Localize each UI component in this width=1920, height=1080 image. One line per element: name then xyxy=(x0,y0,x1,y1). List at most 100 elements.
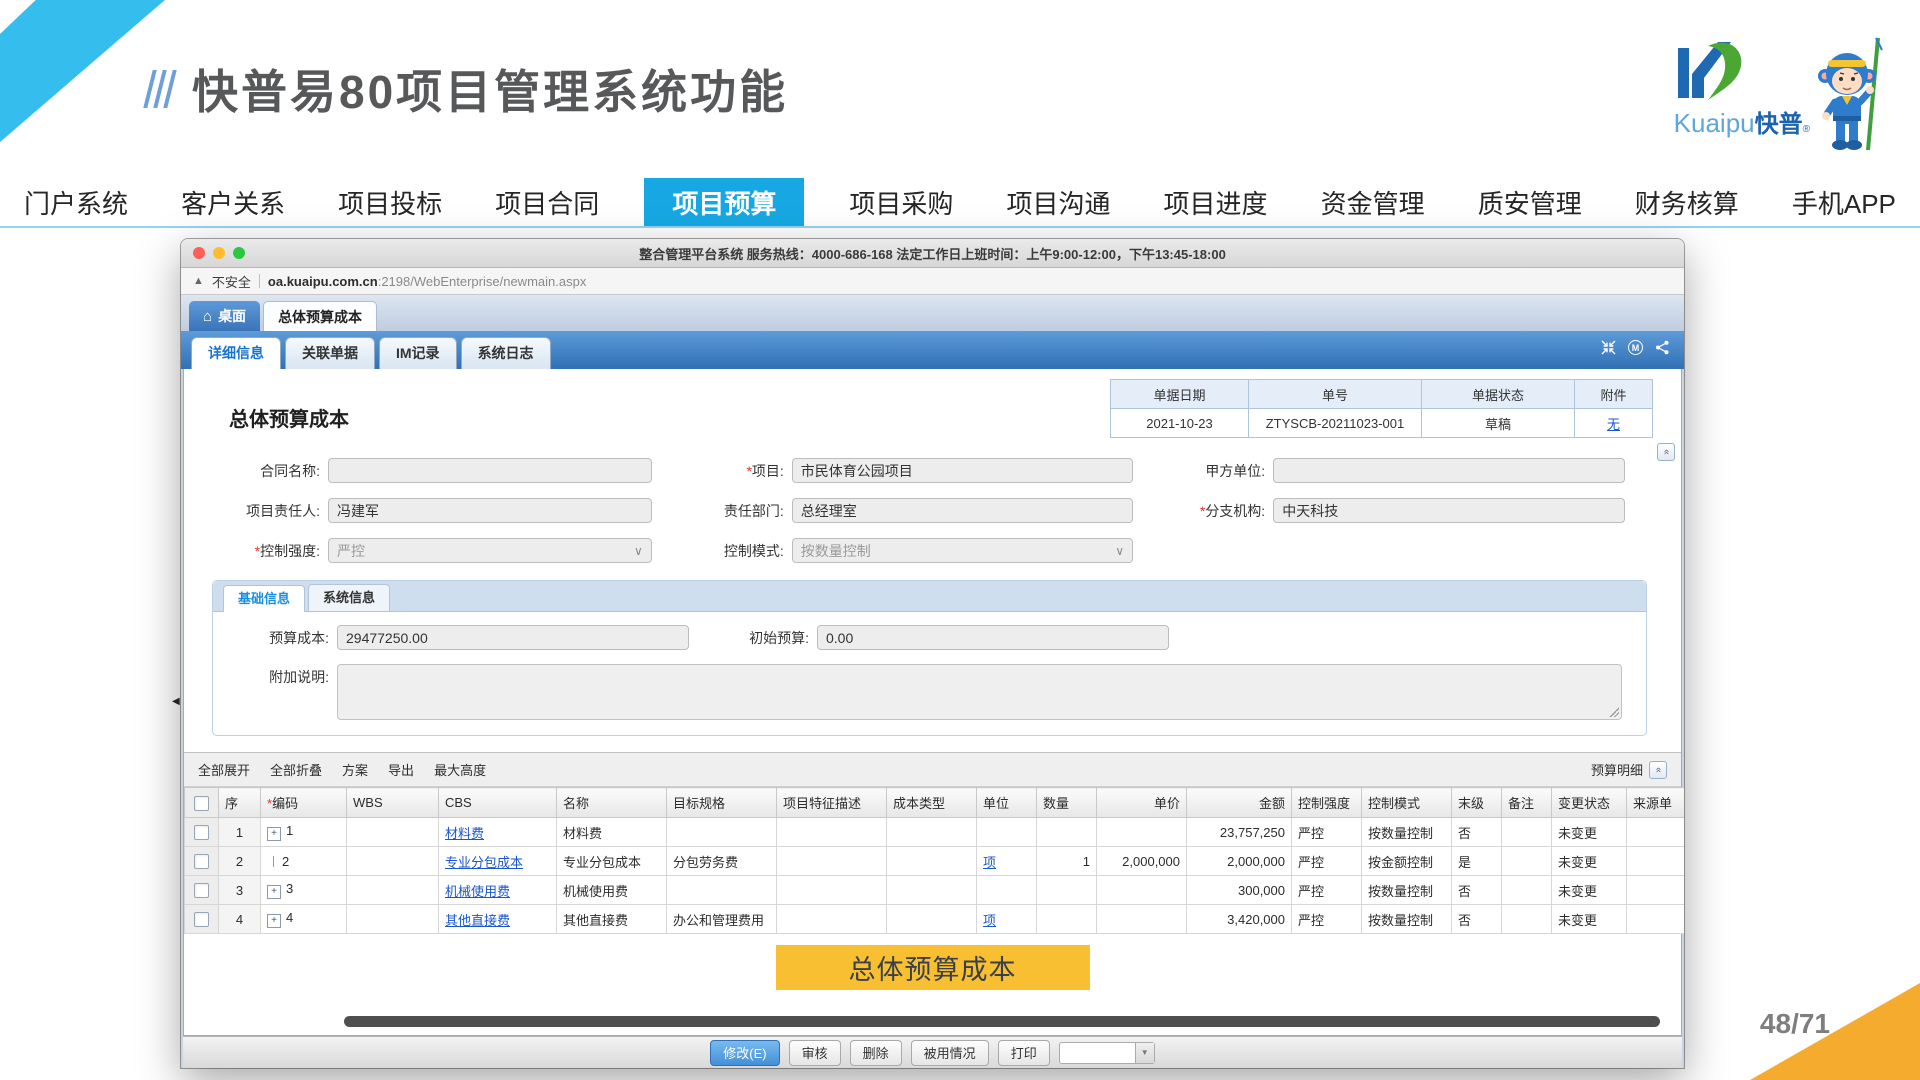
cell-amount: 300,000 xyxy=(1187,876,1292,905)
detail-tab-3[interactable]: IM记录 xyxy=(379,337,457,369)
cbs-link[interactable]: 材料费 xyxy=(445,826,484,841)
nav-tab-9[interactable]: 资金管理 xyxy=(1313,178,1433,226)
url-text[interactable]: oa.kuaipu.com.cn:2198/WebEnterprise/newm… xyxy=(268,274,586,289)
form-field-input[interactable] xyxy=(792,458,1133,483)
grid-toolbar-action-5[interactable]: 最大高度 xyxy=(434,760,486,779)
section-tab-1[interactable]: 基础信息 xyxy=(223,585,305,612)
module-navbar: 门户系统客户关系项目投标项目合同项目预算项目采购项目沟通项目进度资金管理质安管理… xyxy=(0,178,1920,228)
cell-spec xyxy=(667,876,777,905)
minimize-window-icon[interactable] xyxy=(213,247,225,259)
url-divider xyxy=(259,274,260,288)
form-field-label: 责任部门: xyxy=(676,501,792,521)
form-field-select[interactable]: 严控∨ xyxy=(328,538,652,563)
cell-unit: 项 xyxy=(977,905,1037,934)
form-field-input[interactable] xyxy=(1273,498,1625,523)
footer-button-5[interactable]: 打印 xyxy=(998,1040,1050,1066)
grid-toolbar-action-3[interactable]: 方案 xyxy=(342,760,368,779)
nav-tab-2[interactable]: 客户关系 xyxy=(173,178,293,226)
nav-tab-3[interactable]: 项目投标 xyxy=(330,178,450,226)
cell-amount: 23,757,250 xyxy=(1187,818,1292,847)
caption-banner: 总体预算成本 xyxy=(776,945,1090,990)
window-tab-2[interactable]: 总体预算成本 xyxy=(263,301,377,331)
form-field-input[interactable] xyxy=(328,458,652,483)
cell-strength: 严控 xyxy=(1292,847,1362,876)
cell-price: 2,000,000 xyxy=(1097,847,1187,876)
section-body: 预算成本: 初始预算: 附加说明: xyxy=(213,612,1646,735)
cell-cbs: 其他直接费 xyxy=(439,905,557,934)
detail-tab-2[interactable]: 关联单据 xyxy=(285,337,375,369)
close-window-icon[interactable] xyxy=(193,247,205,259)
cbs-link[interactable]: 机械使用费 xyxy=(445,884,510,899)
unit-link[interactable]: 项 xyxy=(983,855,996,870)
nav-tab-5[interactable]: 项目预算 xyxy=(644,178,804,226)
initial-budget-field[interactable] xyxy=(817,625,1169,650)
form-field-input[interactable] xyxy=(328,498,652,523)
form-field-select[interactable]: 按数量控制∨ xyxy=(792,538,1133,563)
unit-link[interactable]: 项 xyxy=(983,913,996,928)
panel-splitter-arrow-icon[interactable]: ◀ xyxy=(172,696,180,707)
footer-button-3[interactable]: 删除 xyxy=(850,1040,902,1066)
nav-tab-7[interactable]: 项目沟通 xyxy=(998,178,1118,226)
note-textarea[interactable] xyxy=(337,664,1622,720)
maximize-window-icon[interactable] xyxy=(233,247,245,259)
detail-tab-4[interactable]: 系统日志 xyxy=(461,337,551,369)
collapse-grid-button[interactable]: « xyxy=(1649,761,1667,779)
nav-tab-4[interactable]: 项目合同 xyxy=(487,178,607,226)
window-tab-1[interactable]: ⌂桌面 xyxy=(189,301,260,331)
kuaipu-logo-mark: Kuaipu 快普 ® xyxy=(1674,36,1810,139)
expand-node-icon[interactable]: + xyxy=(267,827,281,841)
im-icon[interactable]: M xyxy=(1628,340,1643,355)
resize-grip-icon[interactable] xyxy=(1609,707,1619,717)
row-checkbox[interactable] xyxy=(194,854,209,869)
column-header-1: 序 xyxy=(219,788,261,818)
cell-change: 未变更 xyxy=(1552,876,1627,905)
initial-budget-label: 初始预算: xyxy=(689,625,817,652)
row-checkbox[interactable] xyxy=(194,912,209,927)
column-header-3: WBS xyxy=(347,788,439,818)
grid-toolbar-action-1[interactable]: 全部展开 xyxy=(198,760,250,779)
nav-tab-6[interactable]: 项目采购 xyxy=(841,178,961,226)
detail-tab-1[interactable]: 详细信息 xyxy=(191,337,281,369)
info-header-2: 单号 xyxy=(1249,380,1422,409)
expand-node-icon[interactable]: + xyxy=(267,885,281,899)
nav-tab-8[interactable]: 项目进度 xyxy=(1156,178,1276,226)
select-all-checkbox[interactable] xyxy=(194,796,209,811)
browser-urlbar[interactable]: ▲ 不安全 oa.kuaipu.com.cn:2198/WebEnterpris… xyxy=(181,268,1684,295)
row-checkbox[interactable] xyxy=(194,883,209,898)
form-field-input[interactable] xyxy=(792,498,1133,523)
cell-code: +3 xyxy=(261,876,347,905)
grid-toolbar-action-2[interactable]: 全部折叠 xyxy=(270,760,322,779)
cell-feature xyxy=(777,818,887,847)
nav-tab-1[interactable]: 门户系统 xyxy=(16,178,136,226)
nav-tab-12[interactable]: 手机APP xyxy=(1784,178,1904,226)
footer-button-4[interactable]: 被用情况 xyxy=(911,1040,989,1066)
section-tab-2[interactable]: 系统信息 xyxy=(308,584,390,611)
cell-qty xyxy=(1037,818,1097,847)
grid-toolbar-actions: 全部展开 全部折叠 方案 导出 最大高度 xyxy=(198,760,486,779)
restore-window-icon[interactable] xyxy=(1601,340,1616,355)
cbs-link[interactable]: 专业分包成本 xyxy=(445,855,523,870)
row-checkbox[interactable] xyxy=(194,825,209,840)
form-field-8: 控制模式:按数量控制∨ xyxy=(676,537,1133,564)
info-value-3: 草稿 xyxy=(1422,409,1575,438)
share-icon[interactable] xyxy=(1655,340,1670,355)
nav-tab-10[interactable]: 质安管理 xyxy=(1470,178,1590,226)
nav-tab-11[interactable]: 财务核算 xyxy=(1627,178,1747,226)
cell-source xyxy=(1627,876,1685,905)
grid-toolbar-action-4[interactable]: 导出 xyxy=(388,760,414,779)
footer-button-1[interactable]: 修改(E) xyxy=(710,1040,779,1066)
cell-qty xyxy=(1037,876,1097,905)
attachment-link[interactable]: 无 xyxy=(1607,417,1620,432)
expand-node-icon[interactable]: + xyxy=(267,914,281,928)
footer-button-2[interactable]: 审核 xyxy=(789,1040,841,1066)
print-template-dropdown[interactable]: ▼ xyxy=(1059,1042,1155,1064)
budget-cost-field[interactable] xyxy=(337,625,689,650)
horizontal-scrollbar-thumb[interactable] xyxy=(344,1016,1660,1027)
collapse-header-button[interactable]: « xyxy=(1657,443,1675,461)
budget-cost-label: 预算成本: xyxy=(221,625,337,652)
table-row: 22专业分包成本专业分包成本分包劳务费项12,000,0002,000,000严… xyxy=(185,847,1685,876)
table-row: 3+3机械使用费机械使用费300,000严控按数量控制否未变更 xyxy=(185,876,1685,905)
form-field-input[interactable] xyxy=(1273,458,1625,483)
section-tabs: 基础信息系统信息 xyxy=(213,581,1646,612)
cbs-link[interactable]: 其他直接费 xyxy=(445,913,510,928)
